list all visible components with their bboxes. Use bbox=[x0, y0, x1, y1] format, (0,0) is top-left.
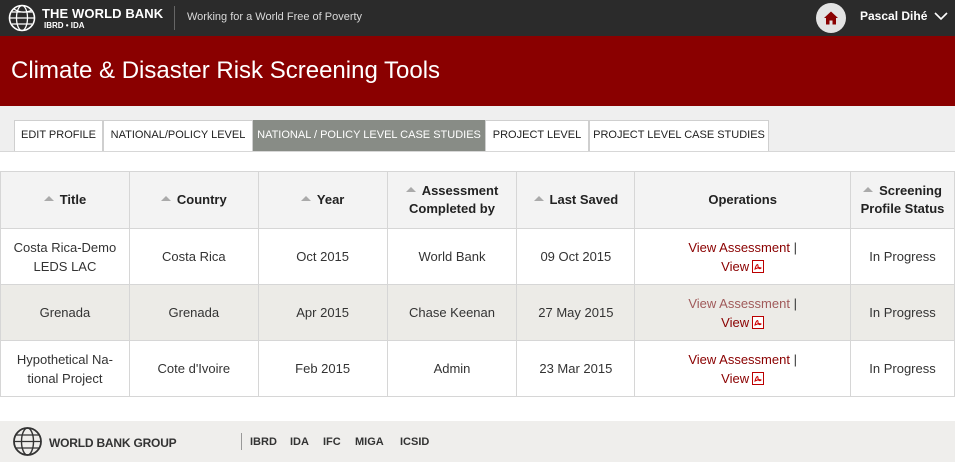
column-label-line2: Profile Status bbox=[860, 201, 945, 216]
pdf-icon[interactable] bbox=[752, 315, 765, 329]
user-menu-name[interactable]: Pascal Dihé bbox=[860, 9, 927, 23]
table-row: Hypothetical Na-tional Project Cote d'Iv… bbox=[0, 340, 955, 397]
table-row: Costa Rica-Demo LEDS LAC Costa Rica Oct 2… bbox=[0, 228, 955, 285]
column-header-last-saved[interactable]: Last Saved bbox=[516, 171, 636, 229]
cell-country: Cote d'Ivoire bbox=[128, 340, 259, 397]
home-button[interactable] bbox=[816, 3, 846, 33]
cell-completed-by: World Bank bbox=[386, 228, 518, 285]
view-assessment-link[interactable]: View Assessment bbox=[688, 240, 790, 255]
case-studies-table: Title Country Year Assessment Completed b… bbox=[0, 171, 955, 397]
page-title: Climate & Disaster Risk Screening Tools bbox=[11, 57, 441, 84]
chevron-down-icon[interactable] bbox=[934, 10, 948, 22]
column-label: Last Saved bbox=[549, 192, 619, 207]
column-label: Screening bbox=[879, 183, 942, 198]
cell-operations: View Assessment | View bbox=[634, 340, 852, 397]
cell-status: In Progress bbox=[850, 228, 955, 285]
tab-project-level-case-studies[interactable]: PROJECT LEVEL CASE STUDIES bbox=[589, 120, 769, 151]
view-pdf-link[interactable]: View bbox=[721, 259, 749, 274]
brand-subtitle: IBRD • IDA bbox=[44, 21, 85, 30]
footer: WORLD BANK GROUP IBRD IDA IFC MIGA ICSID bbox=[0, 421, 955, 462]
column-label: Assessment bbox=[421, 183, 499, 198]
title-line1: Costa Rica-Demo bbox=[13, 239, 117, 255]
title-line2: LEDS LAC bbox=[33, 258, 97, 274]
footer-link-ida[interactable]: IDA bbox=[290, 436, 309, 448]
operations-separator: | bbox=[793, 295, 797, 311]
world-bank-group-logo-icon[interactable] bbox=[12, 426, 43, 457]
footer-brand[interactable]: WORLD BANK GROUP bbox=[49, 436, 177, 450]
tab-national-policy-case-studies[interactable]: NATIONAL / POLICY LEVEL CASE STUDIES bbox=[253, 120, 485, 151]
tab-bar: EDIT PROFILE NATIONAL/POLICY LEVEL NATIO… bbox=[0, 106, 955, 152]
home-icon bbox=[824, 11, 838, 25]
operations-separator: | bbox=[793, 239, 797, 255]
column-header-screening-profile-status[interactable]: Screening Profile Status bbox=[850, 171, 955, 229]
pdf-icon[interactable] bbox=[752, 259, 765, 273]
cell-status: In Progress bbox=[850, 284, 955, 341]
footer-link-ifc[interactable]: IFC bbox=[323, 436, 341, 448]
cell-completed-by: Admin bbox=[386, 340, 518, 397]
footer-link-icsid[interactable]: ICSID bbox=[400, 436, 429, 448]
column-label-line2: Completed by bbox=[409, 201, 495, 216]
view-assessment-link[interactable]: View Assessment bbox=[688, 352, 790, 367]
sort-caret-icon bbox=[160, 196, 171, 202]
cell-status: In Progress bbox=[850, 340, 955, 397]
column-label: Country bbox=[176, 192, 227, 207]
table-header-row: Title Country Year Assessment Completed b… bbox=[0, 171, 955, 229]
footer-divider bbox=[241, 433, 242, 450]
cell-country: Costa Rica bbox=[128, 228, 259, 285]
sort-caret-icon bbox=[863, 187, 874, 193]
sort-caret-icon bbox=[533, 196, 544, 202]
sort-caret-icon bbox=[43, 196, 54, 202]
tab-edit-profile[interactable]: EDIT PROFILE bbox=[14, 120, 103, 151]
cell-last-saved: 23 Mar 2015 bbox=[516, 340, 636, 397]
pdf-icon[interactable] bbox=[752, 371, 765, 385]
column-header-title[interactable]: Title bbox=[0, 171, 130, 229]
cell-country: Grenada bbox=[128, 284, 259, 341]
table-row: Grenada Grenada Apr 2015 Chase Keenan 27… bbox=[0, 284, 955, 341]
title-band: Climate & Disaster Risk Screening Tools bbox=[0, 36, 955, 106]
column-header-assessment-completed-by[interactable]: Assessment Completed by bbox=[386, 171, 518, 229]
column-header-country[interactable]: Country bbox=[128, 171, 259, 229]
footer-link-ibrd[interactable]: IBRD bbox=[250, 436, 277, 448]
column-label: Year bbox=[316, 192, 345, 207]
footer-link-miga[interactable]: MIGA bbox=[355, 436, 384, 448]
sort-caret-icon bbox=[300, 196, 311, 202]
cell-title: Costa Rica-Demo LEDS LAC bbox=[0, 228, 130, 285]
cell-title: Grenada bbox=[0, 284, 130, 341]
cell-last-saved: 09 Oct 2015 bbox=[516, 228, 636, 285]
operations-separator: | bbox=[793, 351, 797, 367]
cell-completed-by: Chase Keenan bbox=[386, 284, 518, 341]
tagline: Working for a World Free of Poverty bbox=[187, 11, 363, 23]
cell-year: Feb 2015 bbox=[257, 340, 388, 397]
top-bar: THE WORLD BANK IBRD • IDA Working for a … bbox=[0, 0, 955, 36]
column-label: Operations bbox=[708, 192, 777, 207]
title-line1: Hypothetical Na- bbox=[16, 351, 113, 367]
view-pdf-link[interactable]: View bbox=[721, 371, 749, 386]
title-line2: tional Project bbox=[27, 370, 103, 386]
tab-project-level[interactable]: PROJECT LEVEL bbox=[485, 120, 589, 151]
column-label: Title bbox=[59, 192, 87, 207]
cell-title: Hypothetical Na-tional Project bbox=[0, 340, 130, 397]
cell-operations: View Assessment | View bbox=[634, 228, 852, 285]
column-header-operations: Operations bbox=[634, 171, 852, 229]
cell-year: Apr 2015 bbox=[257, 284, 388, 341]
header-divider bbox=[174, 6, 175, 30]
view-pdf-link[interactable]: View bbox=[721, 315, 749, 330]
cell-operations: View Assessment | View bbox=[634, 284, 852, 341]
tab-national-policy-level[interactable]: NATIONAL/POLICY LEVEL bbox=[103, 120, 253, 151]
view-assessment-link[interactable]: View Assessment bbox=[688, 296, 790, 311]
sort-caret-icon bbox=[405, 187, 416, 193]
cell-year: Oct 2015 bbox=[257, 228, 388, 285]
column-header-year[interactable]: Year bbox=[257, 171, 388, 229]
title-line1: Grenada bbox=[39, 305, 91, 320]
world-bank-logo-icon[interactable] bbox=[8, 4, 36, 32]
brand-name[interactable]: THE WORLD BANK bbox=[42, 6, 163, 21]
cell-last-saved: 27 May 2015 bbox=[516, 284, 636, 341]
